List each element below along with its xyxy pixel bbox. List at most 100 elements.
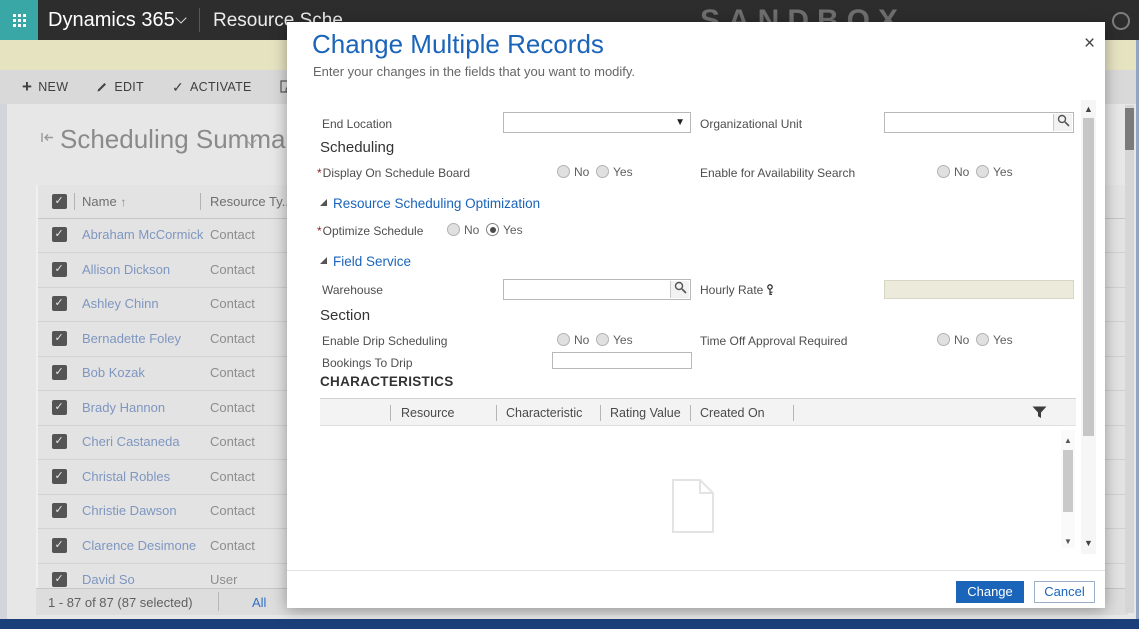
- resource-name-link[interactable]: Allison Dickson: [82, 262, 170, 277]
- drip-no-option[interactable]: No: [557, 333, 589, 347]
- new-button[interactable]: + NEW: [22, 80, 68, 94]
- status-bar: [0, 619, 1139, 629]
- optimize-no-option[interactable]: No: [447, 223, 479, 237]
- key-icon: [765, 284, 775, 296]
- row-checkbox[interactable]: [52, 331, 67, 346]
- optimize-yes-option[interactable]: Yes: [486, 223, 523, 237]
- lookup-icon[interactable]: [670, 281, 689, 298]
- time-off-yes-option[interactable]: Yes: [976, 333, 1013, 347]
- change-button[interactable]: Change: [956, 581, 1024, 603]
- dialog-subtitle: Enter your changes in the fields that yo…: [313, 64, 635, 79]
- scroll-down-icon[interactable]: ▼: [1084, 538, 1093, 548]
- lookup-icon[interactable]: [1053, 114, 1072, 131]
- end-location-label: End Location: [322, 117, 392, 131]
- app-title[interactable]: Dynamics 365: [48, 9, 175, 32]
- resource-name-link[interactable]: Christie Dawson: [82, 503, 177, 518]
- resource-name-link[interactable]: Clarence Desimone: [82, 538, 196, 553]
- display-board-no-option[interactable]: No: [557, 165, 589, 179]
- activate-button[interactable]: ✓ ACTIVATE: [172, 79, 252, 96]
- availability-no-option[interactable]: No: [937, 165, 969, 179]
- grid-scrollbar[interactable]: ▲ ▼: [1061, 430, 1075, 548]
- radio-icon: [447, 223, 460, 236]
- row-checkbox[interactable]: [52, 227, 67, 242]
- dropdown-arrow-icon: ▼: [675, 117, 685, 128]
- row-checkbox[interactable]: [52, 538, 67, 553]
- row-checkbox[interactable]: [52, 296, 67, 311]
- warehouse-lookup[interactable]: [503, 279, 691, 300]
- row-checkbox[interactable]: [52, 572, 67, 587]
- section-field-service[interactable]: Field Service: [333, 254, 411, 269]
- column-separator: [390, 405, 391, 421]
- row-checkbox[interactable]: [52, 469, 67, 484]
- column-separator: [200, 193, 201, 210]
- nav-divider: [199, 8, 200, 32]
- resource-name-link[interactable]: Abraham McCormick: [82, 227, 203, 242]
- section-characteristics: CHARACTERISTICS: [320, 374, 454, 389]
- radio-icon: [937, 333, 950, 346]
- nav-profile-icon[interactable]: [1112, 12, 1130, 30]
- display-on-schedule-board-label: *Display On Schedule Board: [317, 166, 470, 180]
- scroll-up-icon[interactable]: ▲: [1064, 436, 1072, 445]
- cancel-button[interactable]: Cancel: [1034, 581, 1095, 603]
- radio-icon: [596, 333, 609, 346]
- grid-column-resource[interactable]: Resource: [401, 406, 455, 420]
- drip-scheduling-label: Enable Drip Scheduling: [322, 334, 447, 348]
- resource-name-link[interactable]: David So: [82, 572, 135, 587]
- row-checkbox[interactable]: [52, 365, 67, 380]
- resource-name-link[interactable]: Christal Robles: [82, 469, 170, 484]
- time-off-no-option[interactable]: No: [937, 333, 969, 347]
- row-checkbox[interactable]: [52, 434, 67, 449]
- grid-column-created-on[interactable]: Created On: [700, 406, 765, 420]
- view-pin-icon[interactable]: [40, 132, 55, 143]
- radio-icon: [557, 333, 570, 346]
- waffle-icon: [13, 14, 16, 17]
- edit-button[interactable]: EDIT: [96, 80, 144, 94]
- resource-type: User: [210, 572, 237, 587]
- resource-name-link[interactable]: Ashley Chinn: [82, 296, 159, 311]
- resource-name-link[interactable]: Bernadette Foley: [82, 331, 181, 346]
- row-checkbox[interactable]: [52, 262, 67, 277]
- collapse-icon[interactable]: [320, 199, 327, 206]
- grid-column-characteristic[interactable]: Characteristic: [506, 406, 582, 420]
- page-scrollbar-track[interactable]: [1125, 105, 1134, 613]
- dialog-scrollbar-thumb[interactable]: [1083, 118, 1094, 436]
- app-launcher-button[interactable]: [0, 0, 38, 40]
- hourly-rate-label: Hourly Rate: [700, 283, 775, 297]
- app-screen: Dynamics 365 Resource Sche SANDBOX i You…: [0, 0, 1139, 629]
- dialog-scrollbar[interactable]: ▲ ▼: [1081, 100, 1096, 554]
- required-icon: *: [317, 224, 322, 238]
- column-separator: [600, 405, 601, 421]
- scroll-up-icon[interactable]: ▲: [1084, 104, 1093, 114]
- close-icon[interactable]: ×: [1084, 34, 1095, 53]
- resource-type: Contact: [210, 469, 255, 484]
- page-title[interactable]: Scheduling Summary: [60, 124, 307, 155]
- select-all-checkbox[interactable]: [52, 194, 67, 209]
- page-filter-all[interactable]: All: [252, 595, 266, 610]
- window-left-edge: [0, 104, 7, 620]
- pencil-icon: [96, 81, 108, 93]
- chevron-down-icon[interactable]: [175, 12, 186, 23]
- scroll-down-icon[interactable]: ▼: [1064, 537, 1072, 546]
- row-checkbox[interactable]: [52, 503, 67, 518]
- grid-column-rating-value[interactable]: Rating Value: [610, 406, 681, 420]
- end-location-select[interactable]: ▼: [503, 112, 691, 133]
- column-header-type[interactable]: Resource Ty...: [210, 194, 293, 209]
- page-scrollbar-thumb[interactable]: [1125, 108, 1134, 150]
- availability-yes-option[interactable]: Yes: [976, 165, 1013, 179]
- empty-document-icon: [672, 479, 714, 533]
- collapse-icon[interactable]: [320, 257, 327, 264]
- bookings-to-drip-input[interactable]: [552, 352, 692, 369]
- resource-name-link[interactable]: Bob Kozak: [82, 365, 145, 380]
- section-rso[interactable]: Resource Scheduling Optimization: [333, 196, 540, 211]
- grid-scrollbar-thumb[interactable]: [1063, 450, 1073, 512]
- resource-name-link[interactable]: Cheri Castaneda: [82, 434, 180, 449]
- filter-icon[interactable]: [1032, 406, 1047, 419]
- section-scheduling: Scheduling: [320, 139, 394, 156]
- display-board-yes-option[interactable]: Yes: [596, 165, 633, 179]
- characteristics-grid: Resource Characteristic Rating Value Cre…: [320, 398, 1076, 552]
- row-checkbox[interactable]: [52, 400, 67, 415]
- drip-yes-option[interactable]: Yes: [596, 333, 633, 347]
- resource-name-link[interactable]: Brady Hannon: [82, 400, 165, 415]
- column-header-name[interactable]: Name ↑: [82, 194, 126, 209]
- organizational-unit-lookup[interactable]: [884, 112, 1074, 133]
